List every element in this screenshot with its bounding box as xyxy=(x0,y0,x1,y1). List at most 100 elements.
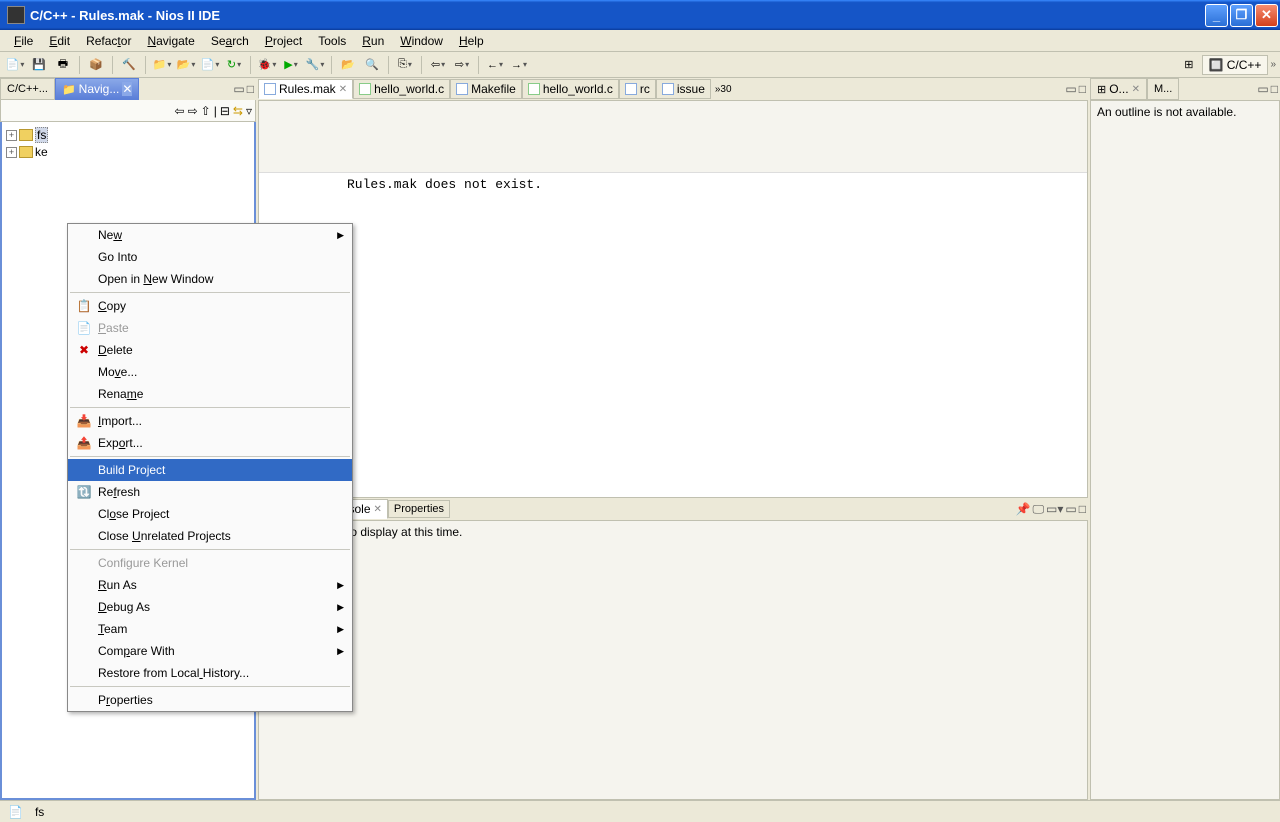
refresh-icon[interactable]: ↻▾ xyxy=(223,54,245,76)
menu-file[interactable]: File xyxy=(6,32,41,50)
expand-icon[interactable]: + xyxy=(6,147,17,158)
close-button[interactable]: ✕ xyxy=(1255,4,1278,27)
close-icon[interactable]: ✕ xyxy=(374,504,382,515)
tab-makefile[interactable]: Makefile xyxy=(450,79,522,99)
forward-icon[interactable]: →▾ xyxy=(508,54,530,76)
new-file-icon[interactable]: 📄▾ xyxy=(199,54,221,76)
build-icon[interactable]: 📦 xyxy=(85,54,107,76)
menu-item-debug-as[interactable]: Debug As▶ xyxy=(68,596,352,618)
minimize-view-icon[interactable]: ▭ xyxy=(233,82,244,96)
minimize-editor-icon[interactable]: ▭ xyxy=(1065,82,1076,96)
console-dropdown-icon[interactable]: ▭▾ xyxy=(1046,502,1063,516)
minimize-outline-icon[interactable]: ▭ xyxy=(1257,82,1268,96)
app-icon xyxy=(7,6,25,24)
menu-edit[interactable]: Edit xyxy=(41,32,78,50)
new-class-icon[interactable]: 📁▾ xyxy=(151,54,173,76)
tree-item-fs[interactable]: + fs xyxy=(6,126,250,144)
display-console-icon[interactable]: 🖵 xyxy=(1032,502,1044,517)
menu-search[interactable]: Search xyxy=(203,32,257,50)
open-perspective-icon[interactable]: ⊞ xyxy=(1178,54,1200,76)
maximize-console-icon[interactable]: □ xyxy=(1079,502,1086,516)
prev-icon[interactable]: ⇦▾ xyxy=(427,54,449,76)
menu-window[interactable]: Window xyxy=(392,32,451,50)
forward-nav-icon[interactable]: ⇨ xyxy=(188,104,198,118)
perspective-cpp[interactable]: 🔲 C/C++ xyxy=(1202,55,1269,75)
new-icon[interactable]: 📄▾ xyxy=(4,54,26,76)
menu-help[interactable]: Help xyxy=(451,32,492,50)
run-icon[interactable]: ▶▾ xyxy=(280,54,302,76)
menu-item-restore-from-local-history-[interactable]: Restore from Local History... xyxy=(68,662,352,684)
tab-outline[interactable]: ⊞ O... ✕ xyxy=(1090,78,1147,100)
menu-run[interactable]: Run xyxy=(354,32,392,50)
tree-label[interactable]: fs xyxy=(35,127,48,143)
menu-tools[interactable]: Tools xyxy=(310,32,354,50)
next-icon[interactable]: ⇨▾ xyxy=(451,54,473,76)
maximize-outline-icon[interactable]: □ xyxy=(1271,82,1278,96)
link-editor-icon[interactable]: ⇆ xyxy=(233,104,243,118)
save-icon[interactable]: 💾 xyxy=(28,54,50,76)
debug-icon[interactable]: 🐞▾ xyxy=(256,54,278,76)
pin-console-icon[interactable]: 📌 xyxy=(1016,502,1031,516)
tab-issue[interactable]: issue xyxy=(656,79,711,99)
menu-item-import-[interactable]: 📥Import... xyxy=(68,410,352,432)
menu-item-compare-with[interactable]: Compare With▶ xyxy=(68,640,352,662)
menu-item-new[interactable]: New▶ xyxy=(68,224,352,246)
menu-item-close-project[interactable]: Close Project xyxy=(68,503,352,525)
expand-icon[interactable]: + xyxy=(6,130,17,141)
editor-body[interactable]: Rules.mak does not exist. xyxy=(258,100,1088,498)
tab-make[interactable]: M... xyxy=(1147,78,1179,100)
import...-icon: 📥 xyxy=(76,414,92,428)
view-menu-icon[interactable]: ▿ xyxy=(246,104,252,118)
context-menu: New▶Go IntoOpen in New Window📋Copy📄Paste… xyxy=(67,223,353,712)
maximize-button[interactable]: ❐ xyxy=(1230,4,1253,27)
statusbar: 📄 fs xyxy=(0,800,1280,822)
new-folder-icon[interactable]: 📂▾ xyxy=(175,54,197,76)
back-icon[interactable]: ←▾ xyxy=(484,54,506,76)
tab-overflow[interactable]: »30 xyxy=(711,82,736,97)
tab-properties[interactable]: Properties xyxy=(388,500,450,518)
menu-item-move-[interactable]: Move... xyxy=(68,361,352,383)
tab-cpp-projects[interactable]: C/C++... xyxy=(0,78,55,100)
maximize-view-icon[interactable]: □ xyxy=(247,82,254,96)
minimize-button[interactable]: _ xyxy=(1205,4,1228,27)
collapse-all-icon[interactable]: ⊟ xyxy=(220,104,230,118)
menu-navigate[interactable]: Navigate xyxy=(139,32,202,50)
search-icon[interactable]: 🔍 xyxy=(361,54,383,76)
tab-hello-world-c-2[interactable]: hello_world.c xyxy=(522,79,619,99)
menu-project[interactable]: Project xyxy=(257,32,310,50)
up-nav-icon[interactable]: ⇧ xyxy=(201,104,211,118)
minimize-console-icon[interactable]: ▭ xyxy=(1065,502,1076,516)
close-icon[interactable]: ✕ xyxy=(122,82,132,96)
menu-item-open-in-new-window[interactable]: Open in New Window xyxy=(68,268,352,290)
tree-item-ke[interactable]: + ke xyxy=(6,144,250,160)
menu-item-properties[interactable]: Properties xyxy=(68,689,352,711)
tab-hello-world-c-1[interactable]: hello_world.c xyxy=(353,79,450,99)
menu-item-close-unrelated-projects[interactable]: Close Unrelated Projects xyxy=(68,525,352,547)
close-icon[interactable]: ✕ xyxy=(339,84,347,95)
build-all-icon[interactable]: 🔨 xyxy=(118,54,140,76)
menu-item-export-[interactable]: 📤Export... xyxy=(68,432,352,454)
console-body[interactable]: to display at this time. xyxy=(258,520,1088,800)
menu-item-go-into[interactable]: Go Into xyxy=(68,246,352,268)
toggle-icon[interactable]: ⎘▾ xyxy=(394,54,416,76)
tab-navigator[interactable]: 📁 Navig... ✕ xyxy=(55,78,139,100)
menu-item-team[interactable]: Team▶ xyxy=(68,618,352,640)
menu-item-build-project[interactable]: Build Project xyxy=(68,459,352,481)
open-type-icon[interactable]: 📂 xyxy=(337,54,359,76)
tab-rules-mak[interactable]: Rules.mak ✕ xyxy=(258,79,353,99)
save-all-icon[interactable]: 🖶 xyxy=(52,54,74,76)
external-tools-icon[interactable]: 🔧▾ xyxy=(304,54,326,76)
console-text: to display at this time. xyxy=(347,525,462,539)
back-nav-icon[interactable]: ⇦ xyxy=(175,104,185,118)
tree-label[interactable]: ke xyxy=(35,145,48,159)
maximize-editor-icon[interactable]: □ xyxy=(1079,82,1086,96)
menu-label: Properties xyxy=(98,693,344,707)
tab-rc[interactable]: rc xyxy=(619,79,656,99)
menu-item-rename[interactable]: Rename xyxy=(68,383,352,405)
menu-item-run-as[interactable]: Run As▶ xyxy=(68,574,352,596)
menu-refactor[interactable]: Refactor xyxy=(78,32,139,50)
menu-item-copy[interactable]: 📋Copy xyxy=(68,295,352,317)
close-icon[interactable]: ✕ xyxy=(1132,84,1140,95)
menu-item-refresh[interactable]: 🔃Refresh xyxy=(68,481,352,503)
menu-item-delete[interactable]: ✖Delete xyxy=(68,339,352,361)
